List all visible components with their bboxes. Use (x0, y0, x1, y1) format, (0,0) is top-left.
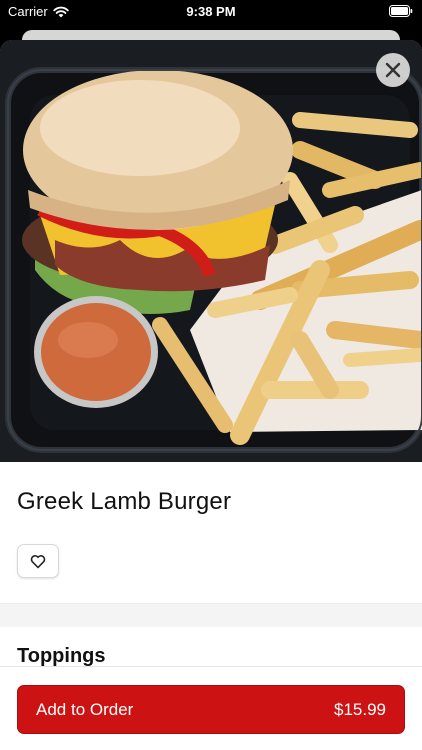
item-detail-sheet: Greek Lamb Burger Toppings Add to Order … (0, 40, 422, 750)
add-to-order-button[interactable]: Add to Order $15.99 (17, 685, 405, 734)
add-to-order-label: Add to Order (36, 699, 134, 719)
favorite-button[interactable] (17, 544, 59, 578)
item-photo (0, 40, 422, 462)
section-title-toppings: Toppings (17, 645, 106, 667)
item-price: $15.99 (334, 699, 386, 719)
battery-icon (389, 5, 413, 17)
status-time: 9:38 PM (186, 4, 236, 19)
close-button[interactable] (376, 53, 410, 87)
heart-outline-icon (30, 554, 46, 568)
close-icon (385, 62, 401, 78)
burger-and-fries-illustration (0, 40, 422, 462)
item-title: Greek Lamb Burger (17, 488, 232, 515)
status-bar: Carrier 9:38 PM (0, 0, 422, 28)
bottom-action-bar: Add to Order $15.99 (0, 666, 422, 750)
section-divider (0, 603, 422, 627)
